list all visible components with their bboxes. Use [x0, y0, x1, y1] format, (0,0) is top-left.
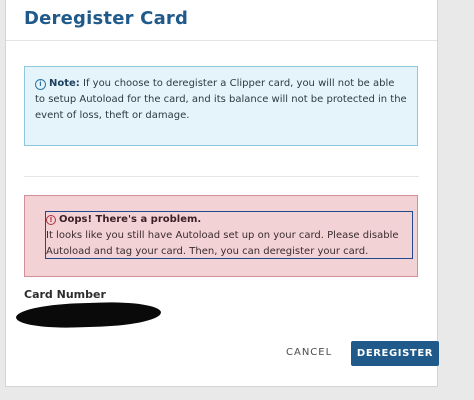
error-circle-icon: !: [46, 215, 56, 225]
deregister-button[interactable]: DEREGISTER: [351, 341, 439, 366]
error-message: It looks like you still have Autoload se…: [46, 230, 399, 257]
card-number-label: Card Number: [24, 288, 106, 301]
redacted-card-number: [15, 300, 162, 330]
info-circle-icon: i: [35, 79, 46, 90]
dialog-title: Deregister Card: [24, 8, 189, 29]
note-text: If you choose to deregister a Clipper ca…: [35, 78, 407, 121]
section-divider: [24, 176, 419, 177]
error-message-box: ! Oops! There's a problem. It looks like …: [45, 211, 413, 259]
error-heading: ! Oops! There's a problem.: [46, 212, 412, 228]
note-label: Note:: [49, 78, 80, 89]
deregister-card-dialog: Deregister Card i Note: If you choose to …: [5, 0, 439, 387]
title-divider: [6, 40, 437, 41]
error-alert: ! Oops! There's a problem. It looks like …: [24, 195, 418, 277]
cancel-button[interactable]: CANCEL: [286, 347, 332, 358]
error-heading-text: Oops! There's a problem.: [59, 214, 202, 225]
note-alert: i Note: If you choose to deregister a Cli…: [24, 66, 418, 146]
